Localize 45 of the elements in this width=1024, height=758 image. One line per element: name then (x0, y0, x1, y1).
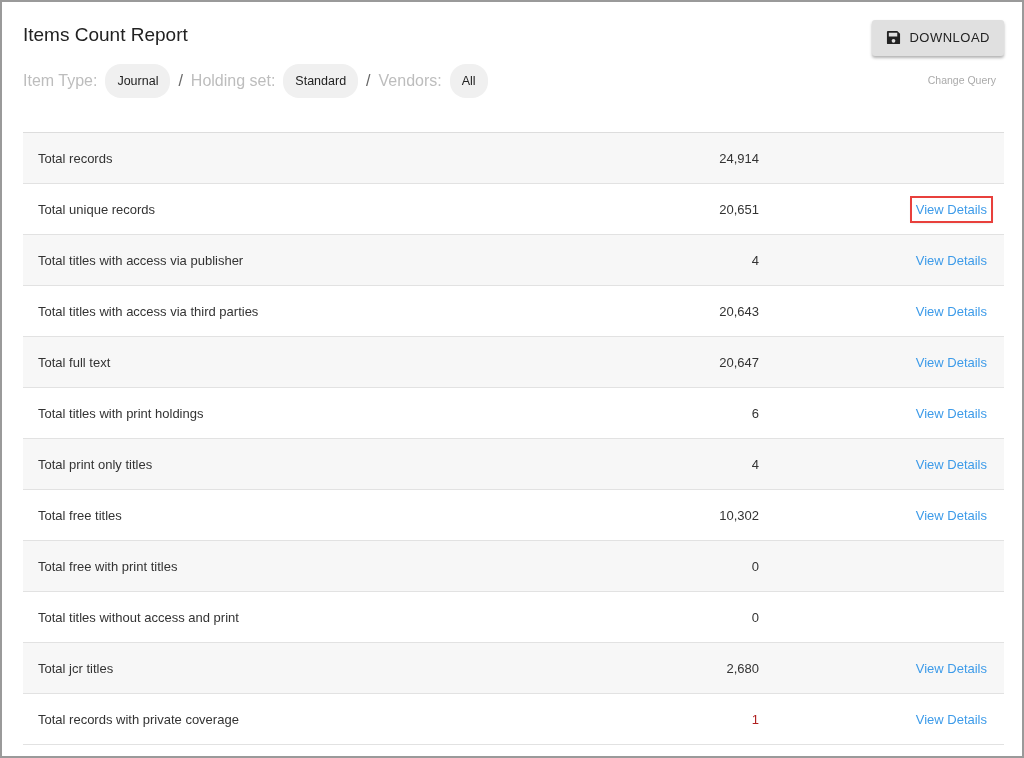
view-details-link[interactable]: View Details (911, 656, 991, 680)
view-details-link[interactable]: View Details (911, 401, 991, 425)
row-count: 10,302 (718, 506, 759, 525)
row-label: Total print only titles (37, 455, 154, 474)
row-count: 0 (750, 608, 759, 627)
view-details-link[interactable]: View Details (911, 350, 991, 374)
row-label: Total records (37, 149, 114, 168)
row-label: Total records with private coverage (37, 710, 240, 729)
filter-label: Vendors: (378, 70, 442, 91)
row-count: 4 (750, 251, 759, 270)
filter-label: Item Type: (23, 70, 98, 91)
row-count: 1 (750, 710, 759, 729)
filter-chip[interactable]: Standard (283, 63, 359, 99)
row-count: 20,651 (718, 200, 759, 219)
separator: / (178, 70, 183, 91)
row-label: Total full text (37, 353, 112, 372)
download-button[interactable]: DOWNLOAD (872, 20, 1004, 56)
filter-chip[interactable]: All (449, 63, 488, 99)
filter-label: Holding set: (190, 70, 276, 91)
view-details-link[interactable]: View Details (911, 452, 991, 476)
view-details-link[interactable]: View Details (911, 197, 991, 221)
view-details-link[interactable]: View Details (911, 503, 991, 527)
row-count: 2,680 (725, 659, 759, 678)
view-details-link[interactable]: View Details (911, 248, 991, 272)
view-details-link[interactable]: View Details (911, 707, 991, 731)
row-label: Total unique records (37, 200, 157, 219)
row-label: Total free titles (37, 506, 123, 525)
row-count: 24,914 (718, 149, 759, 168)
row-count: 20,647 (718, 353, 759, 372)
row-label: Total titles without access and print (37, 608, 240, 627)
row-label: Total titles with access via third parties (37, 302, 260, 321)
filter-chip[interactable]: Journal (105, 63, 171, 99)
row-count: 4 (750, 455, 759, 474)
view-details-link[interactable]: View Details (911, 299, 991, 323)
row-count: 0 (750, 557, 759, 576)
row-label: Total titles with print holdings (37, 404, 205, 423)
row-label: Total titles with access via publisher (37, 251, 245, 270)
row-count: 6 (750, 404, 759, 423)
report-title: Items Count Report (23, 24, 188, 47)
separator: / (366, 70, 371, 91)
change-query-link[interactable]: Change Query (927, 73, 996, 89)
row-label: Total jcr titles (37, 659, 115, 678)
row-label: Total free with print titles (37, 557, 179, 576)
row-count: 20,643 (718, 302, 759, 321)
save-icon (886, 30, 902, 46)
